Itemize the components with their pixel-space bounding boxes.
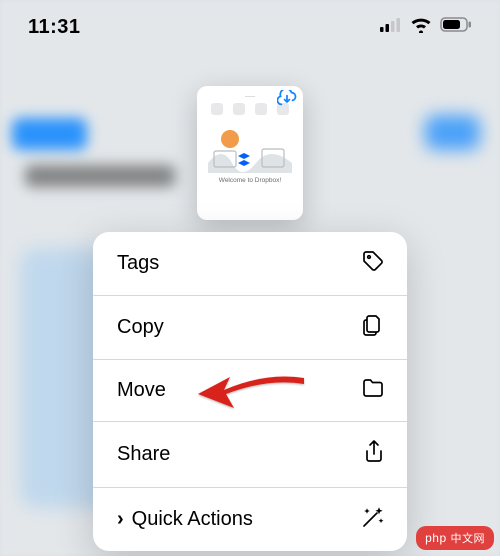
preview-illustration	[208, 123, 292, 173]
menu-item-label: Move	[117, 379, 166, 402]
cellular-icon	[380, 18, 402, 37]
menu-item-label: Share	[117, 443, 170, 466]
chevron-right-icon: ›	[117, 508, 124, 531]
menu-item-move[interactable]: Move	[93, 360, 407, 422]
file-preview-thumbnail: ⎯⎯⎯⎯⎯ Welcome to Dropbox!	[197, 86, 303, 220]
menu-item-label: Quick Actions	[132, 508, 253, 531]
status-time: 11:31	[28, 16, 81, 39]
folder-icon	[361, 377, 385, 404]
watermark-brand: php	[425, 531, 447, 545]
cloud-download-icon	[277, 90, 297, 111]
menu-item-share[interactable]: Share	[93, 422, 407, 488]
menu-item-quick-actions[interactable]: › Quick Actions	[93, 488, 407, 551]
menu-item-copy[interactable]: Copy	[93, 296, 407, 360]
watermark-badge: php 中文网	[416, 526, 494, 550]
wand-icon	[359, 505, 385, 534]
context-menu: Tags Copy Move Share › Quick Actions	[93, 232, 407, 551]
preview-caption: Welcome to Dropbox!	[219, 177, 281, 184]
menu-item-tags[interactable]: Tags	[93, 232, 407, 296]
preview-header-text: ⎯⎯⎯⎯⎯	[245, 94, 255, 99]
status-icons	[380, 17, 472, 38]
share-icon	[363, 439, 385, 470]
menu-item-label: Tags	[117, 252, 159, 275]
menu-item-label: Copy	[117, 316, 164, 339]
watermark-text: 中文网	[451, 533, 486, 545]
status-bar: 11:31	[0, 0, 500, 54]
wifi-icon	[410, 17, 432, 38]
battery-icon	[440, 17, 472, 37]
tag-icon	[361, 249, 385, 278]
copy-icon	[361, 313, 385, 342]
